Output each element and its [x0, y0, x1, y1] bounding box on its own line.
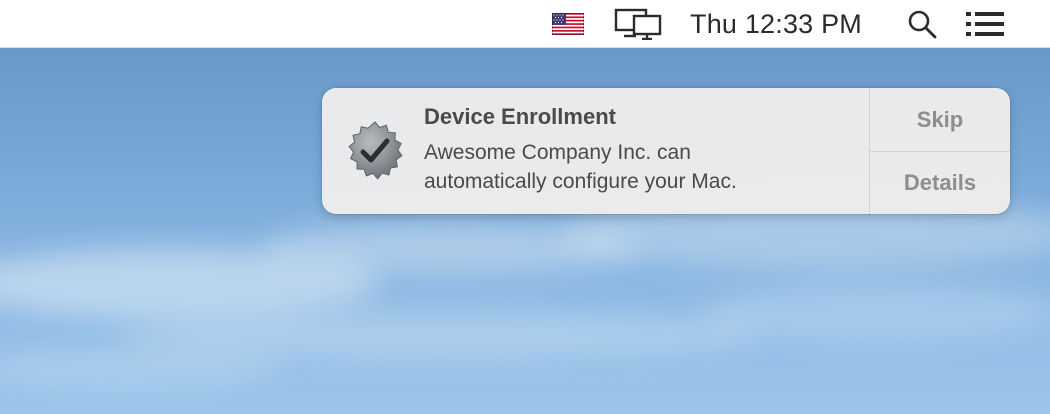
notification-title: Device Enrollment: [424, 104, 616, 129]
cloud: [0, 348, 280, 388]
details-button[interactable]: Details: [870, 151, 1010, 214]
device-enrollment-notification[interactable]: Device Enrollment Awesome Company Inc. c…: [322, 88, 1010, 214]
skip-button[interactable]: Skip: [870, 88, 1010, 151]
menu-bar-clock[interactable]: Thu 12:33 PM: [690, 0, 862, 48]
menu-bar: Thu 12:33 PM: [0, 0, 1050, 48]
notification-center-list-icon[interactable]: [966, 0, 1006, 48]
input-source-us-flag-icon[interactable]: [552, 0, 584, 48]
notification-body: Awesome Company Inc. can automatically c…: [424, 138, 844, 196]
notification-body-line: Awesome Company Inc. can: [424, 141, 691, 164]
notification-actions: Skip Details: [869, 88, 1010, 214]
notification-body-line: automatically configure your Mac.: [424, 170, 737, 193]
spotlight-search-icon[interactable]: [906, 0, 938, 48]
cloud: [700, 283, 1050, 343]
airplay-display-icon[interactable]: [614, 0, 664, 48]
verified-badge-icon: [344, 120, 406, 182]
